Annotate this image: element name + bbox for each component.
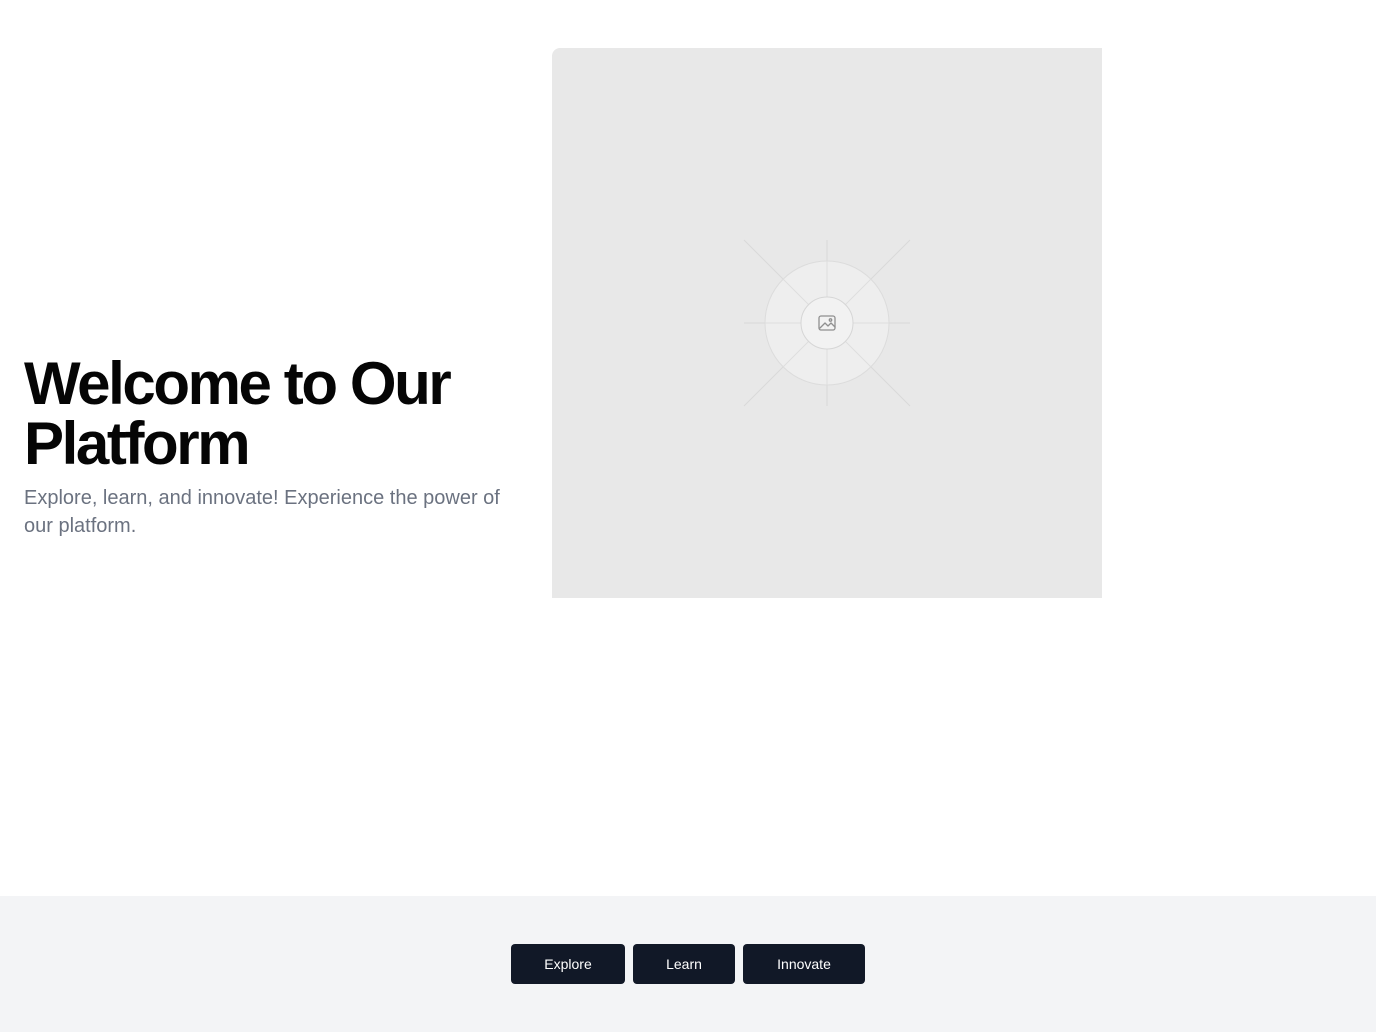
footer-bar: Explore Learn Innovate	[0, 896, 1376, 1032]
hero-image-placeholder	[552, 48, 1102, 598]
hero-title: Welcome to Our Platform	[24, 350, 452, 477]
image-placeholder-icon	[743, 239, 911, 407]
innovate-button[interactable]: Innovate	[743, 944, 865, 984]
hero-section: Welcome to Our Platform Explore, learn, …	[0, 0, 1376, 896]
footer-button-group: Explore Learn Innovate	[0, 944, 1376, 984]
explore-button[interactable]: Explore	[511, 944, 625, 984]
hero-subtitle: Explore, learn, and innovate! Experience…	[24, 487, 500, 537]
learn-button[interactable]: Learn	[633, 944, 735, 984]
hero-text-block: Welcome to Our Platform Explore, learn, …	[24, 354, 524, 540]
